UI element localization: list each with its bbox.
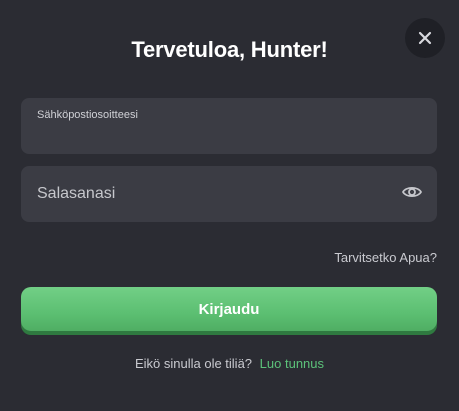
password-field[interactable] [21,166,437,222]
password-input[interactable] [37,166,387,222]
eye-icon [401,185,423,204]
help-link[interactable]: Tarvitsetko Apua? [334,250,437,266]
login-modal: Tervetuloa, Hunter! Sähköpostiosoitteesi… [0,0,459,411]
modal-title: Tervetuloa, Hunter! [131,37,328,62]
signup-row: Eikö sinulla ole tiliä? Luo tunnus [0,356,459,372]
signup-prompt: Eikö sinulla ole tiliä? [134,356,253,371]
login-button[interactable]: Kirjaudu [21,287,437,331]
create-account-link[interactable]: Luo tunnus [260,356,324,371]
email-input[interactable] [37,122,417,146]
email-field-label: Sähköpostiosoitteesi [37,109,138,121]
email-field[interactable]: Sähköpostiosoitteesi [21,98,437,154]
show-password-button[interactable] [401,184,423,204]
